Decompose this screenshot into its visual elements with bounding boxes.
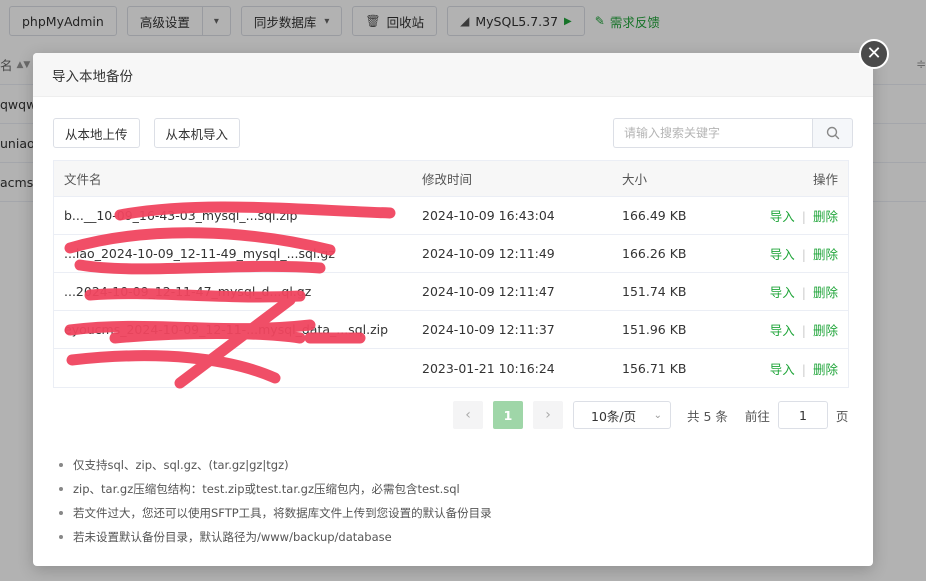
file-size: 166.26 KB <box>622 246 687 261</box>
page-number: 1 <box>503 407 513 423</box>
column-size-header: 大小 <box>622 172 648 187</box>
row-actions: 导入 | 删除 <box>732 244 848 263</box>
chevron-down-icon: ⌄ <box>653 409 662 421</box>
search-icon <box>826 126 839 140</box>
page-1-button[interactable]: 1 <box>493 401 523 429</box>
row-actions: 导入 | 删除 <box>732 359 848 378</box>
file-time: 2024-10-09 12:11:37 <box>422 322 555 337</box>
file-time: 2023-01-21 10:16:24 <box>422 360 555 376</box>
delete-link[interactable]: 删除 <box>813 285 838 300</box>
upload-local-label: 从本地上传 <box>65 126 128 142</box>
divider: | <box>801 247 806 262</box>
prev-page-button[interactable]: ‹ <box>453 401 483 429</box>
search-box <box>613 118 853 148</box>
note-item: 仅支持sql、zip、sql.gz、(tar.gz|gz|tgz) <box>57 453 492 477</box>
close-dialog-button[interactable]: ✕ <box>859 39 889 69</box>
page-unit-label: 页 <box>835 408 849 424</box>
search-input[interactable] <box>613 118 812 148</box>
file-size: 151.96 KB <box>622 322 687 337</box>
table-row: 2023-01-21 10:16:24 156.71 KB 导入 | 删除 <box>54 349 848 387</box>
pagination: ‹ 1 › 10条/页 ⌄ 共 5 条 前往 页 <box>453 401 848 429</box>
table-row: ...2024-10-09_12-11-47_mysql_d...ql.gz 2… <box>54 273 848 311</box>
file-time: 2024-10-09 12:11:47 <box>422 284 555 299</box>
column-filename-header: 文件名 <box>64 172 102 187</box>
dialog-title: 导入本地备份 <box>52 68 133 85</box>
file-size: 156.71 KB <box>622 360 687 376</box>
chevron-right-icon: › <box>545 407 551 423</box>
next-page-button[interactable]: › <box>533 401 563 429</box>
page-size-select[interactable]: 10条/页 ⌄ <box>573 401 671 429</box>
table-row: eyoucms_2024-10-09_12-11-...mysql_data_.… <box>54 311 848 349</box>
import-link[interactable]: 导入 <box>770 247 795 262</box>
import-from-machine-label: 从本机导入 <box>165 126 229 142</box>
dialog-actions: 从本地上传 从本机导入 <box>53 118 254 148</box>
import-from-machine-button[interactable]: 从本机导入 <box>153 118 241 148</box>
delete-link[interactable]: 删除 <box>813 209 838 224</box>
import-link[interactable]: 导入 <box>770 362 795 377</box>
row-actions: 导入 | 删除 <box>732 282 848 301</box>
note-item: 若未设置默认备份目录，默认路径为/www/backup/database <box>57 525 492 549</box>
table-row: b...__10-09_16-43-03_mysql_...sql.zip 20… <box>54 197 848 235</box>
divider: | <box>801 361 806 377</box>
table-header: 文件名 修改时间 大小 操作 <box>54 161 848 197</box>
goto-page-input[interactable] <box>777 401 828 429</box>
import-link[interactable]: 导入 <box>770 285 795 300</box>
file-name: eyoucms_2024-10-09_12-11-...mysql_data_.… <box>64 322 389 337</box>
import-notes: 仅支持sql、zip、sql.gz、(tar.gz|gz|tgz) zip、ta… <box>57 453 492 549</box>
dialog-header: 导入本地备份 <box>33 53 873 97</box>
delete-link[interactable]: 删除 <box>813 247 838 262</box>
column-time-header: 修改时间 <box>422 172 473 187</box>
goto-label: 前往 <box>744 408 770 424</box>
backup-files-table: 文件名 修改时间 大小 操作 b...__10-09_16-43-03_mysq… <box>53 160 849 388</box>
file-name: ...iao_2024-10-09_12-11-49_mysql_...sql.… <box>64 246 335 261</box>
delete-link[interactable]: 删除 <box>813 362 838 377</box>
search-button[interactable] <box>812 118 853 148</box>
note-item: zip、tar.gz压缩包结构：test.zip或test.tar.gz压缩包内… <box>57 477 492 501</box>
file-name: b...__10-09_16-43-03_mysql_...sql.zip <box>64 208 298 223</box>
page-size-value: 10条/页 <box>591 408 637 424</box>
column-ops-header: 操作 <box>812 172 838 187</box>
divider: | <box>801 209 806 224</box>
table-row: ...iao_2024-10-09_12-11-49_mysql_...sql.… <box>54 235 848 273</box>
file-time: 2024-10-09 12:11:49 <box>422 246 555 261</box>
delete-link[interactable]: 删除 <box>813 323 838 338</box>
divider: | <box>801 285 806 300</box>
file-size: 166.49 KB <box>622 208 687 223</box>
file-size: 151.74 KB <box>622 284 687 299</box>
file-name: ...2024-10-09_12-11-47_mysql_d...ql.gz <box>64 284 312 299</box>
import-link[interactable]: 导入 <box>770 323 795 338</box>
chevron-left-icon: ‹ <box>465 407 471 423</box>
row-actions: 导入 | 删除 <box>732 320 848 339</box>
total-count: 共 5 条 <box>687 408 728 424</box>
file-time: 2024-10-09 16:43:04 <box>422 208 555 223</box>
close-icon: ✕ <box>866 43 882 64</box>
note-item: 若文件过大，您还可以使用SFTP工具，将数据库文件上传到您设置的默认备份目录 <box>57 501 492 525</box>
row-actions: 导入 | 删除 <box>732 206 848 225</box>
divider: | <box>801 323 806 338</box>
upload-local-button[interactable]: 从本地上传 <box>53 118 140 148</box>
import-backup-dialog: 导入本地备份 从本地上传 从本机导入 文件名 修改时间 大小 操作 b...__… <box>33 53 873 566</box>
import-link[interactable]: 导入 <box>770 209 795 224</box>
